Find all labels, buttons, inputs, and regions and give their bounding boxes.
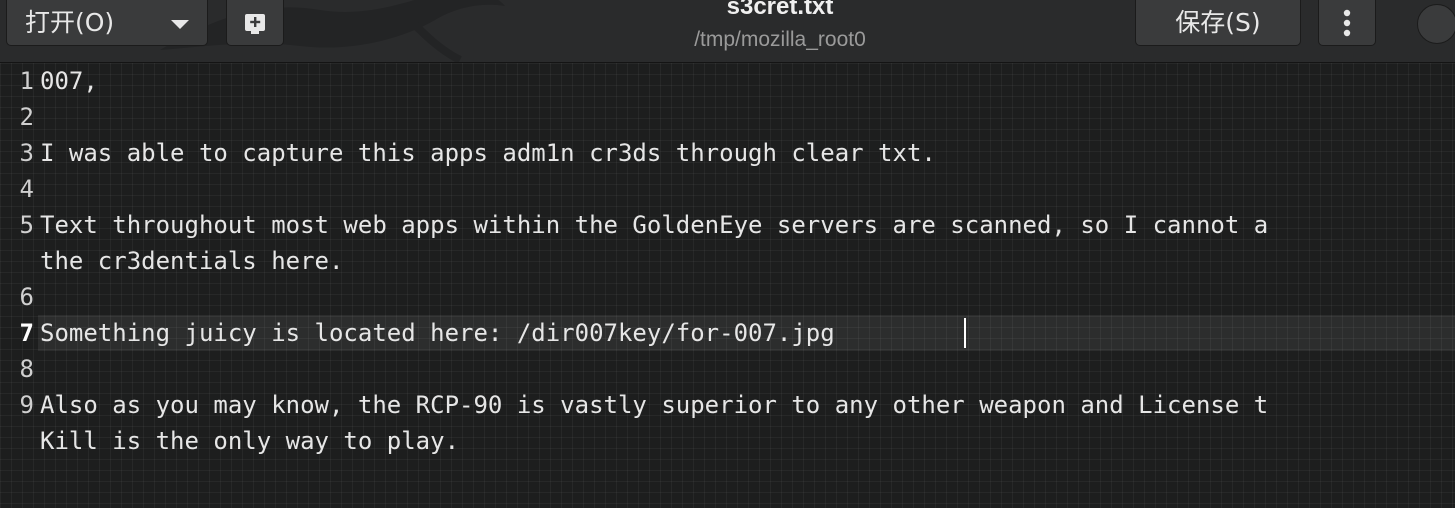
vertical-dots-icon — [1343, 9, 1351, 36]
line-number: 6 — [19, 283, 34, 311]
line-number: 9 — [19, 391, 34, 419]
line-number-gutter: 1 2 3 4 5 6 7 8 9 — [0, 63, 38, 508]
text-line[interactable]: 007, — [40, 63, 98, 99]
text-line[interactable]: Text throughout most web apps within the… — [40, 207, 1268, 243]
text-line[interactable]: Also as you may know, the RCP-90 is vast… — [40, 387, 1268, 423]
open-button-label: 打开(O) — [25, 7, 115, 37]
document-title: s3cret.txt — [726, 0, 834, 20]
text-cursor — [964, 318, 966, 348]
line-number: 1 — [19, 67, 34, 95]
header-bar: 打开(O) s3cret.txt /tmp/mozilla_root0 保存(S… — [0, 0, 1455, 63]
title-block: s3cret.txt /tmp/mozilla_root0 — [560, 0, 1000, 54]
text-content[interactable]: 007, I was able to capture this apps adm… — [40, 63, 1455, 508]
save-button-label: 保存(S) — [1175, 7, 1261, 37]
open-button[interactable]: 打开(O) — [6, 0, 208, 46]
new-document-icon — [245, 13, 265, 34]
text-line-wrapped[interactable]: the cr3dentials here. — [40, 243, 343, 279]
line-number-current: 7 — [19, 319, 34, 347]
window-control-button[interactable] — [1417, 4, 1455, 44]
text-editor-area[interactable]: 1 2 3 4 5 6 7 8 9 007, I was able to cap… — [0, 63, 1455, 508]
save-button[interactable]: 保存(S) — [1135, 0, 1301, 46]
line-number: 4 — [19, 175, 34, 203]
menu-button[interactable] — [1318, 0, 1376, 46]
line-number: 5 — [19, 211, 34, 239]
line-number: 3 — [19, 139, 34, 167]
line-number: 8 — [19, 355, 34, 383]
text-line-current[interactable]: Something juicy is located here: /dir007… — [40, 315, 835, 351]
text-line[interactable]: I was able to capture this apps adm1n cr… — [40, 135, 936, 171]
new-document-button[interactable] — [226, 0, 284, 46]
document-path: /tmp/mozilla_root0 — [694, 28, 866, 51]
text-line-wrapped[interactable]: Kill is the only way to play. — [40, 423, 459, 459]
text-editor-window: 打开(O) s3cret.txt /tmp/mozilla_root0 保存(S… — [0, 0, 1455, 508]
line-number: 2 — [19, 103, 34, 131]
chevron-down-icon — [171, 20, 189, 29]
